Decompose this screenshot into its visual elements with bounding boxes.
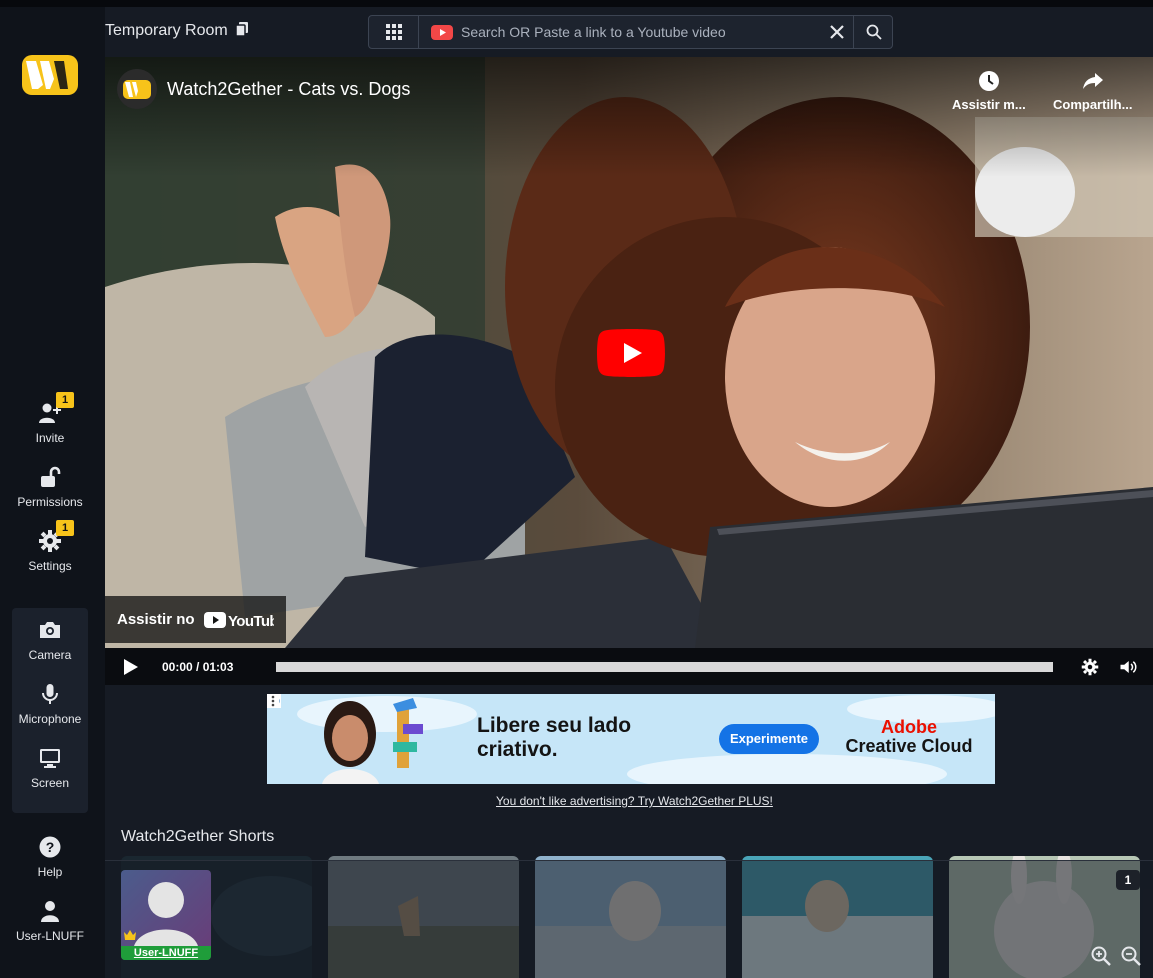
clock-icon [978, 71, 999, 91]
search-input[interactable] [461, 20, 831, 44]
sidebar-item-screen[interactable]: Screen [0, 746, 100, 790]
ad-banner[interactable]: Libere seu lado criativo. Experimente Ad… [267, 694, 995, 784]
short-card[interactable] [742, 856, 933, 978]
play-button-icon[interactable] [597, 329, 665, 377]
search-icon [866, 24, 882, 40]
ad-brand: Adobe Creative Cloud [844, 718, 974, 756]
sidebar-item-label: Settings [28, 559, 72, 573]
unlock-icon [41, 466, 61, 487]
sidebar-item-label: Help [37, 865, 63, 879]
channel-avatar[interactable] [117, 69, 157, 109]
copy-icon[interactable] [236, 22, 249, 36]
ad-cta-button[interactable]: Experimente [719, 724, 819, 754]
video-title[interactable]: Watch2Gether - Cats vs. Dogs [167, 79, 410, 100]
player-controls: 00:00 / 01:03 [105, 648, 1153, 685]
short-card[interactable] [328, 856, 519, 978]
participants-count-badge: 1 [1116, 870, 1140, 890]
time-display: 00:00 / 01:03 [162, 660, 234, 674]
shorts-title: Watch2Gether Shorts [121, 828, 275, 845]
share-button[interactable]: Compartilh... [1053, 69, 1132, 112]
microphone-icon [42, 684, 58, 704]
question-icon: ? [39, 836, 61, 858]
watch-later-label: Assistir m... [952, 97, 1026, 112]
watch-later-button[interactable]: Assistir m... [952, 69, 1026, 112]
ad-brand-top: Adobe [881, 717, 937, 737]
zoom-in-icon[interactable] [1091, 946, 1111, 966]
short-thumbnail [742, 856, 933, 978]
clear-search-icon[interactable] [827, 22, 847, 42]
search-bar [368, 15, 893, 49]
room-title[interactable]: Temporary Room [105, 22, 249, 40]
divider [105, 860, 1153, 861]
sidebar-item-label: Screen [30, 776, 70, 790]
play-icon[interactable] [123, 658, 139, 676]
short-card[interactable] [535, 856, 726, 978]
sidebar-item-label: Invite [35, 431, 65, 445]
user-video-tile[interactable]: User-LNUFF [121, 870, 211, 960]
crown-icon [124, 930, 136, 940]
sidebar-item-label: Permissions [17, 495, 83, 509]
settings-gear-icon[interactable] [1081, 658, 1099, 676]
sidebar-item-invite[interactable]: Invite [0, 401, 100, 445]
svg-text:YouTube: YouTube [228, 613, 274, 630]
ad-menu-icon[interactable] [267, 694, 279, 708]
share-label: Compartilh... [1053, 97, 1133, 112]
sidebar-item-camera[interactable]: Camera [0, 618, 100, 662]
watch2gether-logo[interactable] [22, 55, 78, 95]
monitor-icon [40, 749, 60, 768]
camera-icon [40, 622, 60, 638]
sidebar-item-user[interactable]: User-LNUFF [0, 899, 100, 943]
apps-grid-button[interactable] [369, 16, 419, 48]
short-thumbnail [949, 856, 1140, 978]
short-thumbnail [328, 856, 519, 978]
progress-bar[interactable] [276, 662, 1053, 672]
sidebar-item-help[interactable]: ? Help [0, 835, 100, 879]
svg-text:?: ? [46, 839, 55, 855]
search-button[interactable] [853, 16, 893, 48]
short-card[interactable] [949, 856, 1140, 978]
user-icon [41, 901, 59, 922]
watch-on-label: Assistir no [117, 611, 195, 628]
invite-badge: 1 [56, 392, 74, 408]
sidebar-item-label: Microphone [18, 712, 82, 726]
video-player[interactable]: Watch2Gether - Cats vs. Dogs Assistir m.… [105, 57, 1153, 648]
plus-upsell-link[interactable]: You don't like advertising? Try Watch2Ge… [496, 794, 773, 808]
volume-icon[interactable] [1119, 658, 1137, 676]
sidebar-item-label: User-LNUFF [16, 929, 84, 943]
user-tile-name: User-LNUFF [121, 946, 211, 960]
watch-on-youtube-button[interactable]: Assistir no YouTube [105, 596, 286, 643]
room-title-text: Temporary Room [105, 22, 228, 39]
zoom-out-icon[interactable] [1121, 946, 1141, 966]
sidebar-item-label: Camera [28, 648, 72, 662]
settings-badge: 1 [56, 520, 74, 536]
sidebar-item-microphone[interactable]: Microphone [0, 682, 100, 726]
youtube-logo-icon: YouTube [204, 612, 274, 630]
sidebar-item-settings[interactable]: Settings [0, 529, 100, 573]
ad-headline: Libere seu lado criativo. [477, 714, 632, 761]
grid-icon [386, 24, 402, 40]
sidebar: Invite 1 Permissions Settings 1 Camera M… [0, 7, 105, 978]
sidebar-item-permissions[interactable]: Permissions [0, 465, 100, 509]
short-thumbnail [535, 856, 726, 978]
share-icon [1082, 73, 1103, 89]
youtube-icon [431, 25, 453, 40]
top-strip [0, 0, 1153, 7]
ad-brand-bottom: Creative Cloud [845, 736, 973, 756]
